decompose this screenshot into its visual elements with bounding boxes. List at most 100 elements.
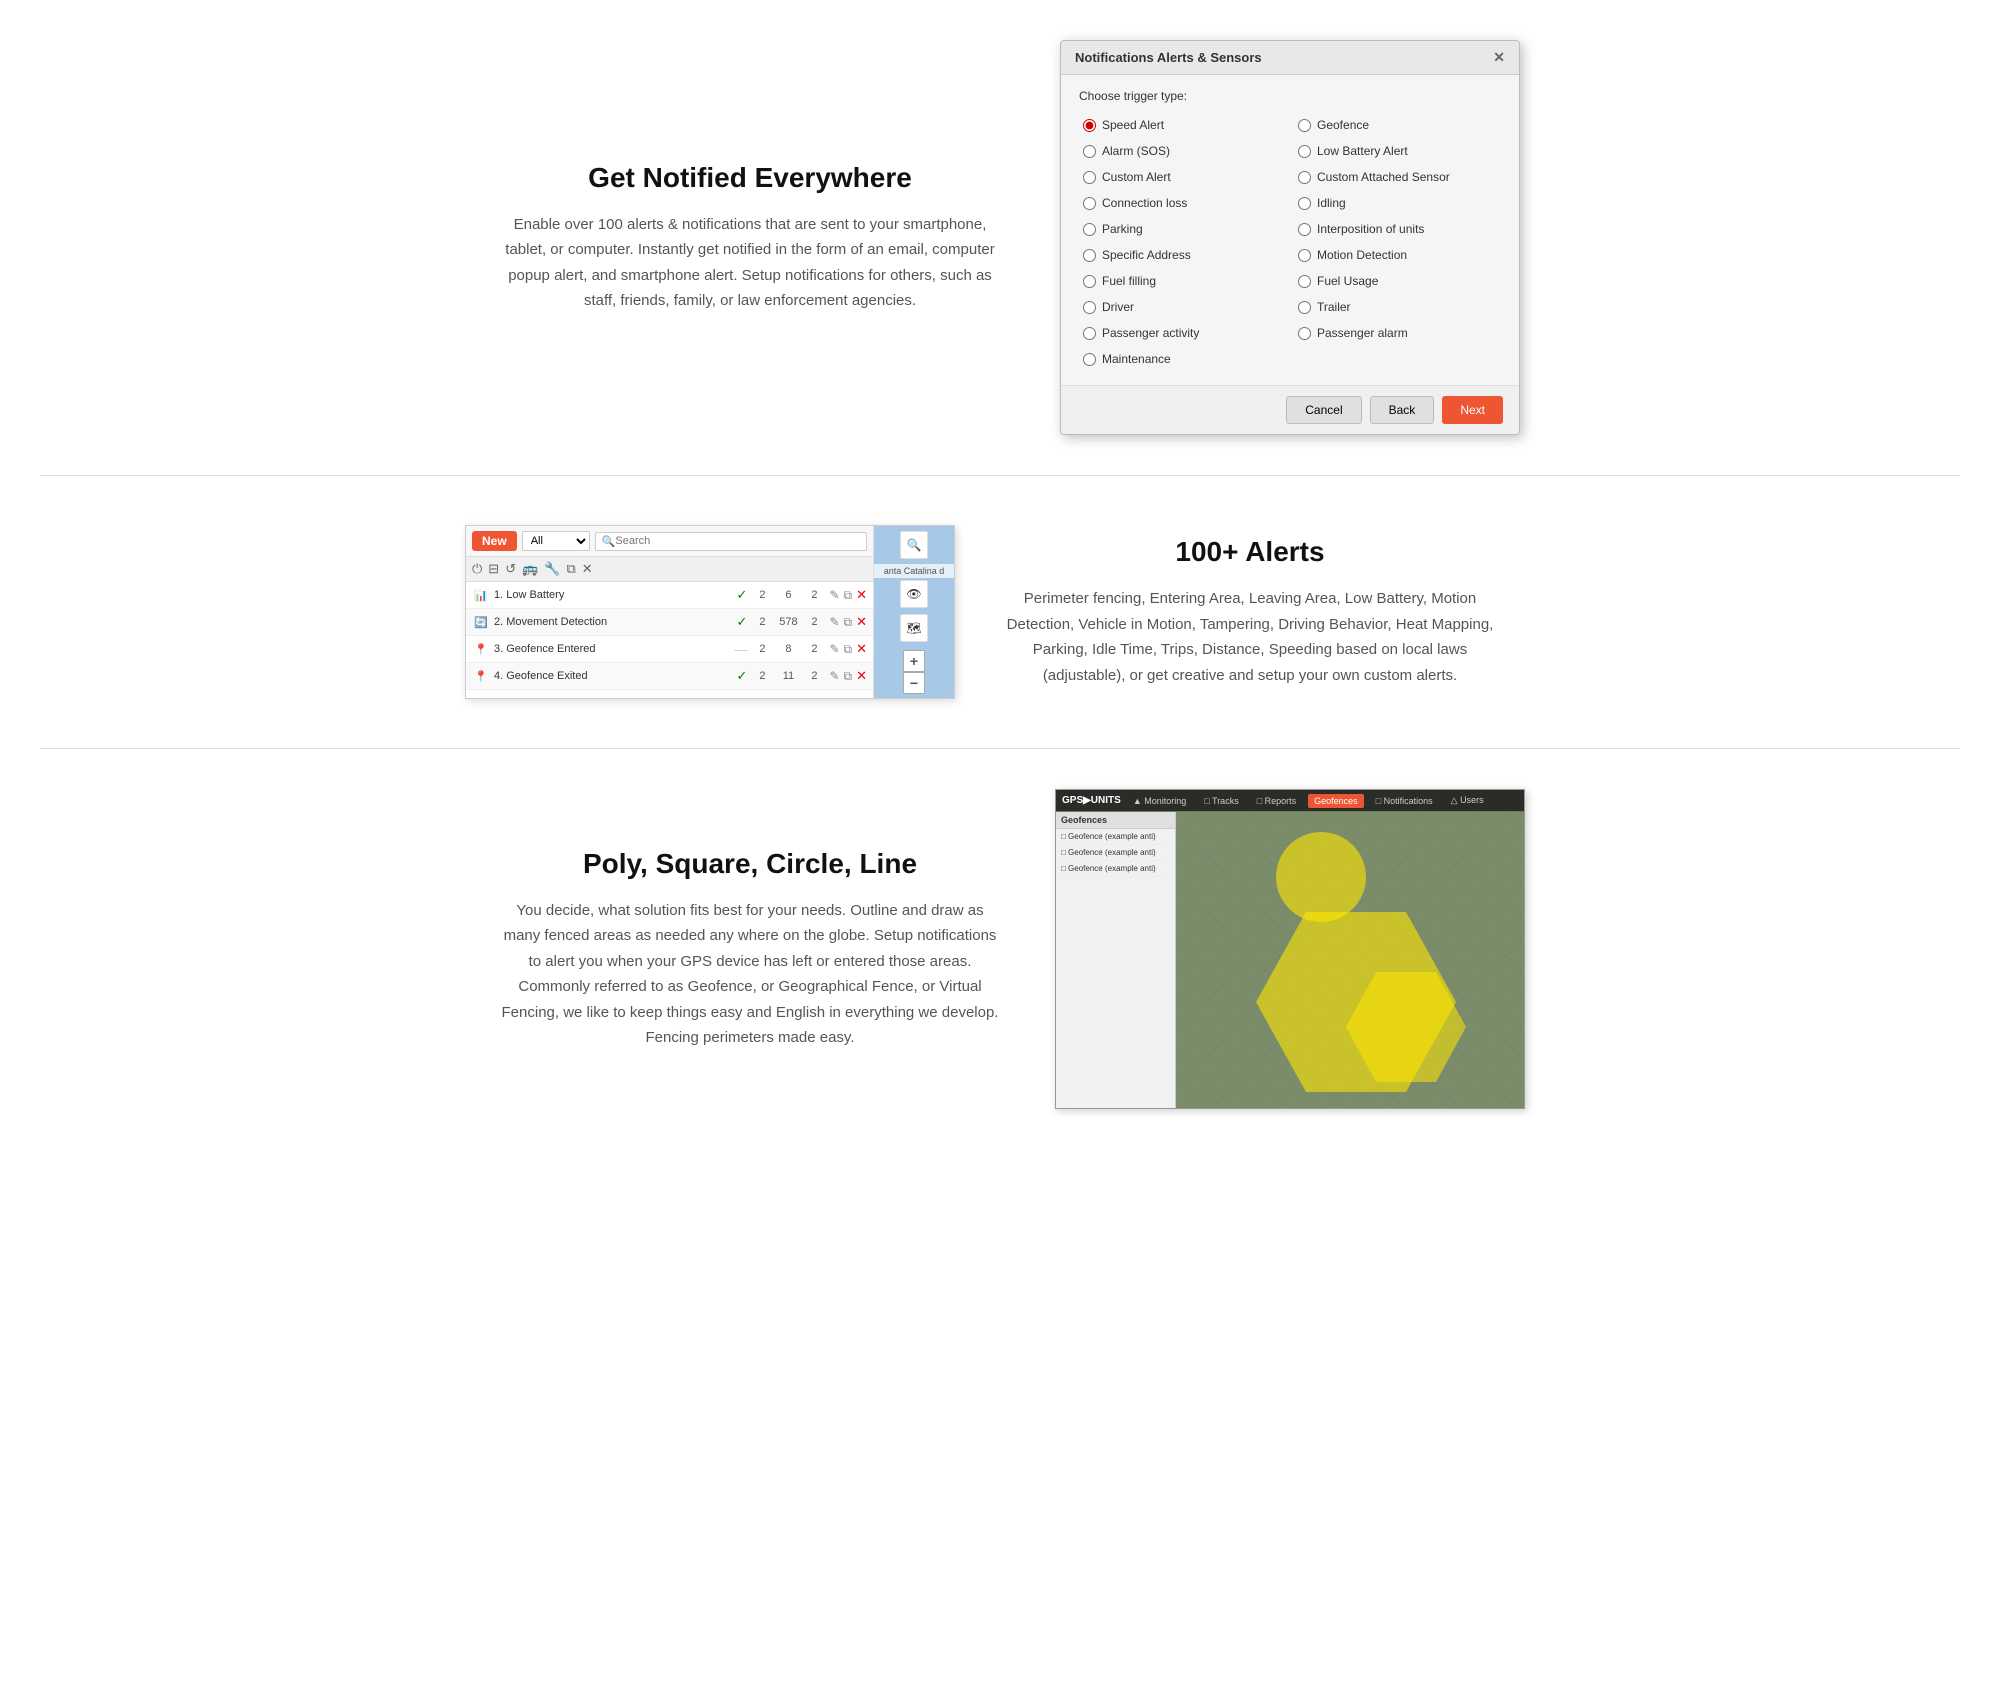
- option-idling[interactable]: Idling: [1294, 191, 1501, 215]
- tab-monitoring[interactable]: ▲ Monitoring: [1127, 794, 1192, 808]
- search-icon: 🔍: [602, 535, 616, 548]
- tool-icon[interactable]: 🔧: [544, 561, 560, 577]
- tab-reports[interactable]: □ Reports: [1251, 794, 1302, 808]
- alert2-copy[interactable]: ⧉: [844, 615, 853, 630]
- alert2-delete[interactable]: ✕: [856, 614, 867, 630]
- alert2-edit[interactable]: ✎: [829, 615, 839, 629]
- dialog-content: Choose trigger type: Speed Alert Geofenc…: [1061, 75, 1519, 385]
- alerts-toolbar: New All Active Inactive 🔍: [466, 526, 873, 557]
- dialog-title: Notifications Alerts & Sensors: [1075, 50, 1262, 65]
- option-low-battery[interactable]: Low Battery Alert: [1294, 139, 1501, 163]
- alert3-delete[interactable]: ✕: [856, 641, 867, 657]
- tab-notifications[interactable]: □ Notifications: [1370, 794, 1439, 808]
- option-custom-alert[interactable]: Custom Alert: [1079, 165, 1286, 189]
- section3-image: GPS▶UNITS ▲ Monitoring □ Tracks □ Report…: [1040, 789, 1540, 1109]
- tab-users[interactable]: △ Users: [1445, 793, 1490, 808]
- map-zoom-in[interactable]: +: [903, 650, 925, 672]
- option-fuel-filling[interactable]: Fuel filling: [1079, 269, 1286, 293]
- option-connection-loss[interactable]: Connection loss: [1079, 191, 1286, 215]
- dialog-footer: Cancel Back Next: [1061, 385, 1519, 434]
- alert1-copy[interactable]: ⧉: [844, 588, 853, 603]
- alert3-count2: 8: [777, 643, 799, 655]
- sidebar-row-2[interactable]: □ Geofence (example anti): [1056, 845, 1175, 861]
- section2-body: Perimeter fencing, Entering Area, Leavin…: [1000, 586, 1500, 688]
- alert-row-4: 📍 4. Geofence Exited ✓ 2 11 2 ✎ ⧉ ✕: [466, 663, 873, 690]
- bus-icon[interactable]: 🚌: [522, 561, 538, 577]
- section1-text: Get Notified Everywhere Enable over 100 …: [460, 142, 1040, 334]
- alert1-count1: 2: [751, 589, 773, 601]
- alert1-count3: 2: [803, 589, 825, 601]
- section-alerts: 100+ Alerts Perimeter fencing, Entering …: [400, 476, 1600, 748]
- geofence-sidebar: Geofences □ Geofence (example anti) □ Ge…: [1056, 812, 1176, 1108]
- section-geofence: Poly, Square, Circle, Line You decide, w…: [400, 749, 1600, 1149]
- map-eye-button[interactable]: 👁: [900, 580, 928, 608]
- option-passenger-activity[interactable]: Passenger activity: [1079, 321, 1286, 345]
- list-icon[interactable]: ⊟: [488, 561, 499, 577]
- map-layers-button[interactable]: 🗺: [900, 614, 928, 642]
- tab-geofences[interactable]: Geofences: [1308, 794, 1364, 808]
- search-input[interactable]: [615, 535, 715, 547]
- alert4-delete[interactable]: ✕: [856, 668, 867, 684]
- alerts-search-box[interactable]: 🔍: [595, 532, 867, 551]
- cancel-button[interactable]: Cancel: [1286, 396, 1361, 424]
- section2-image: New All Active Inactive 🔍 ⏻ ⊟ ↺: [460, 525, 960, 699]
- section3-body: You decide, what solution fits best for …: [500, 898, 1000, 1051]
- section3-text: Poly, Square, Circle, Line You decide, w…: [460, 828, 1040, 1071]
- alert-row-2: 🔄 2. Movement Detection ✓ 2 578 2 ✎ ⧉ ✕: [466, 609, 873, 636]
- alerts-map: 🔍 anta Catalina d 👁 🗺 + −: [874, 526, 954, 698]
- map-area-label: anta Catalina d: [874, 564, 954, 578]
- section1-body: Enable over 100 alerts & notifications t…: [500, 212, 1000, 314]
- option-interposition[interactable]: Interposition of units: [1294, 217, 1501, 241]
- alert1-delete[interactable]: ✕: [856, 587, 867, 603]
- sidebar-row-1[interactable]: □ Geofence (example anti): [1056, 829, 1175, 845]
- next-button[interactable]: Next: [1442, 396, 1503, 424]
- alerts-filter[interactable]: All Active Inactive: [522, 531, 590, 551]
- alerts-action-icons: ⏻ ⊟ ↺ 🚌 🔧 ⧉ ✕: [466, 557, 873, 582]
- option-parking[interactable]: Parking: [1079, 217, 1286, 241]
- tab-tracks[interactable]: □ Tracks: [1198, 794, 1244, 808]
- refresh-icon[interactable]: ↺: [505, 561, 516, 577]
- option-trailer[interactable]: Trailer: [1294, 295, 1501, 319]
- alert4-edit[interactable]: ✎: [829, 669, 839, 683]
- alert4-copy[interactable]: ⧉: [844, 669, 853, 684]
- alert3-copy[interactable]: ⧉: [844, 642, 853, 657]
- alert3-edit[interactable]: ✎: [829, 642, 839, 656]
- map-search-button[interactable]: 🔍: [900, 531, 928, 559]
- option-alarm[interactable]: Alarm (SOS): [1079, 139, 1286, 163]
- alert2-count2: 578: [777, 616, 799, 628]
- dialog-titlebar: Notifications Alerts & Sensors ✕: [1061, 41, 1519, 75]
- alert3-name: 3. Geofence Entered: [494, 643, 730, 655]
- alert2-icon: 🔄: [472, 616, 490, 629]
- section2-title: 100+ Alerts: [1000, 536, 1500, 568]
- option-passenger-alarm[interactable]: Passenger alarm: [1294, 321, 1501, 345]
- option-geofence[interactable]: Geofence: [1294, 113, 1501, 137]
- options-grid: Speed Alert Geofence Alarm (SOS) Low Bat…: [1079, 113, 1501, 371]
- option-specific-address[interactable]: Specific Address: [1079, 243, 1286, 267]
- alerts-list: New All Active Inactive 🔍 ⏻ ⊟ ↺: [466, 526, 874, 698]
- map-zoom-out[interactable]: −: [903, 672, 925, 694]
- section1-image: Notifications Alerts & Sensors ✕ Choose …: [1040, 40, 1540, 435]
- sidebar-row-3[interactable]: □ Geofence (example anti): [1056, 861, 1175, 877]
- alert1-check: ✓: [737, 587, 748, 603]
- map-zoom-controls: + −: [903, 650, 925, 694]
- option-motion-detection[interactable]: Motion Detection: [1294, 243, 1501, 267]
- power-icon[interactable]: ⏻: [472, 561, 482, 577]
- sidebar-header: Geofences: [1056, 812, 1175, 829]
- app-logo: GPS▶UNITS: [1062, 795, 1121, 806]
- alert4-count2: 11: [777, 670, 799, 682]
- alert4-check: ✓: [737, 668, 748, 684]
- option-custom-sensor[interactable]: Custom Attached Sensor: [1294, 165, 1501, 189]
- option-driver[interactable]: Driver: [1079, 295, 1286, 319]
- copy-icon[interactable]: ⧉: [566, 561, 575, 577]
- option-speed-alert[interactable]: Speed Alert: [1079, 113, 1286, 137]
- option-fuel-usage[interactable]: Fuel Usage: [1294, 269, 1501, 293]
- close-icon[interactable]: ✕: [582, 561, 593, 577]
- back-button[interactable]: Back: [1370, 396, 1435, 424]
- option-maintenance[interactable]: Maintenance: [1079, 347, 1286, 371]
- alert1-edit[interactable]: ✎: [829, 588, 839, 602]
- new-alert-button[interactable]: New: [472, 531, 517, 551]
- alert4-name: 4. Geofence Exited: [494, 670, 733, 682]
- section-notifications: Get Notified Everywhere Enable over 100 …: [400, 0, 1600, 475]
- alert1-count2: 6: [777, 589, 799, 601]
- dialog-close-icon[interactable]: ✕: [1493, 49, 1505, 66]
